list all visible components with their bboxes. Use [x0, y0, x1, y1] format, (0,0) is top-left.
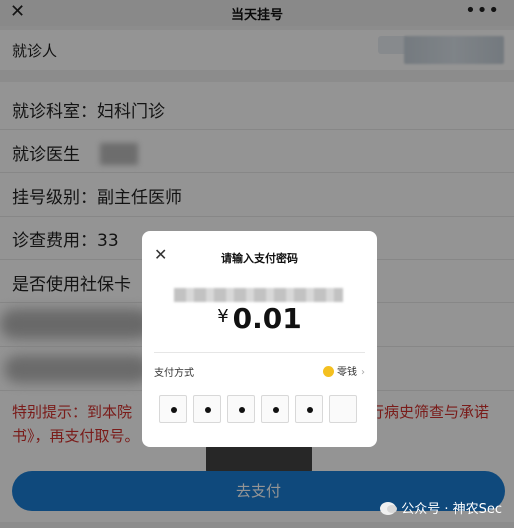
pin-dot [171, 407, 177, 413]
pin-box[interactable] [295, 395, 323, 423]
pin-dot [205, 407, 211, 413]
currency-symbol: ¥ [217, 306, 229, 327]
dialog-title: 请输入支付密码 [221, 252, 298, 265]
pin-dot [239, 407, 245, 413]
pay-method-label: 支付方式 [154, 368, 194, 379]
pay-method-value: 零钱 [337, 367, 357, 378]
watermark: 公众号 · 神农Sec [380, 498, 502, 517]
pin-box[interactable] [227, 395, 255, 423]
divider [154, 352, 365, 353]
pin-box[interactable] [261, 395, 289, 423]
payment-password-dialog: ✕ 请输入支付密码 ¥0.01 支付方式 零钱 › [142, 231, 377, 447]
coin-icon [323, 366, 334, 377]
pin-dot [307, 407, 313, 413]
wechat-icon [380, 502, 398, 515]
pin-box[interactable] [159, 395, 187, 423]
chevron-right-icon: › [361, 367, 365, 378]
amount-value: 0.01 [232, 302, 302, 335]
watermark-text: 公众号 · 神农Sec [401, 502, 502, 517]
pin-box[interactable] [193, 395, 221, 423]
pay-method-selector[interactable]: 零钱 › [323, 363, 365, 378]
pin-box[interactable] [329, 395, 357, 423]
payment-amount: ¥0.01 [142, 302, 377, 335]
pin-dot [273, 407, 279, 413]
merchant-name-blur [174, 288, 343, 302]
